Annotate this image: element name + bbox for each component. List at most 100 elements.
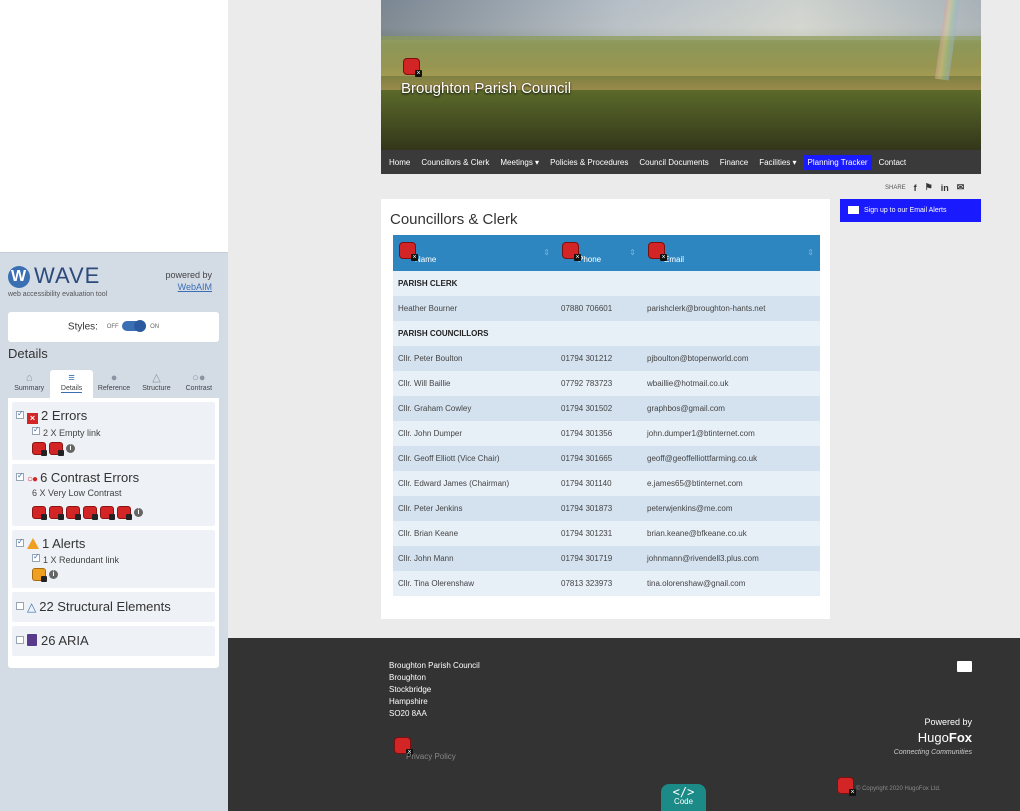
cell-email[interactable]: e.james65@btinternet.com — [642, 471, 820, 496]
tagline: Connecting Communities — [893, 749, 972, 756]
redundant-link-icon[interactable] — [32, 568, 47, 582]
cell-phone: 07880 706601 — [561, 304, 613, 313]
contrast-error-icon[interactable] — [49, 506, 64, 520]
cell-phone: 07813 323973 — [561, 579, 613, 588]
wave-tabs: ⌂ Summary ≡ Details ● Reference △ Structure … — [8, 370, 220, 398]
info-icon[interactable]: i — [66, 444, 75, 453]
nav-item-finance[interactable]: Finance — [720, 158, 748, 167]
cell-email[interactable]: brian.keane@bfkeane.co.uk — [642, 521, 820, 546]
cell-name: Cllr. Peter Jenkins — [398, 504, 463, 513]
cell-email[interactable]: johnmann@rivendell3.plus.com — [642, 546, 820, 571]
cell-email[interactable]: john.dumper1@btinternet.com — [642, 421, 820, 446]
col-phone-header[interactable]: Phone⇕ — [556, 235, 642, 271]
contrast-error-icon[interactable] — [117, 506, 132, 520]
footer-address: Broughton Parish Council Broughton Stock… — [389, 661, 480, 718]
contrast-error-icon[interactable] — [66, 506, 81, 520]
cell-email[interactable]: pjboulton@btopenworld.com — [642, 346, 820, 371]
cell-phone: 01794 301873 — [561, 504, 613, 513]
cell-name: Cllr. Edward James (Chairman) — [398, 479, 510, 488]
wave-logo-icon: W — [8, 266, 30, 288]
wave-error-icon[interactable] — [403, 58, 422, 77]
contrast-checkbox[interactable] — [16, 471, 24, 481]
site-title[interactable]: Broughton Parish Council — [401, 80, 571, 97]
wave-contrast-icon[interactable] — [837, 777, 856, 796]
contrast-error-icon[interactable] — [32, 506, 47, 520]
table-row: Cllr. Will Baillie 07792 783723 wbaillie@h… — [393, 371, 820, 396]
cell-email[interactable]: tina.olorenshaw@gnail.com — [642, 571, 820, 596]
site-page: Broughton Parish Council Home Councillor… — [228, 0, 1020, 811]
col-name-header[interactable]: Name⇕ — [393, 235, 556, 271]
nav-item-policies[interactable]: Policies & Procedures — [550, 158, 628, 167]
table-section-row: PARISH COUNCILLORS — [393, 321, 820, 346]
section-label: PARISH COUNCILLORS — [398, 329, 489, 338]
councillors-panel: Councillors & Clerk Name⇕ Phone⇕ Email⇕ … — [381, 199, 830, 619]
facebook-icon[interactable]: f — [914, 183, 917, 193]
sort-icon[interactable]: ⇕ — [629, 248, 636, 257]
wave-contrast-icon[interactable] — [562, 242, 581, 261]
redundant-link-checkbox[interactable] — [32, 552, 40, 562]
webaim-link[interactable]: WebAIM — [178, 282, 212, 292]
home-icon: ⌂ — [25, 372, 33, 384]
info-icon[interactable]: i — [49, 570, 58, 579]
cell-email[interactable]: wbaillie@hotmail.co.uk — [642, 371, 820, 396]
tab-contrast[interactable]: ○● Contrast — [178, 370, 220, 398]
alerts-checkbox[interactable] — [16, 537, 24, 547]
aria-icon — [27, 634, 37, 646]
sky — [381, 0, 981, 40]
nav-item-planning-tracker[interactable]: Planning Tracker — [803, 154, 872, 170]
structural-heading: △ 22 Structural Elements — [16, 599, 171, 614]
nav-item-documents[interactable]: Council Documents — [639, 158, 708, 167]
aria-checkbox[interactable] — [16, 636, 24, 644]
contrast-icon: ○● — [192, 372, 206, 384]
wave-contrast-icon[interactable] — [648, 242, 667, 261]
tab-details[interactable]: ≡ Details — [50, 370, 93, 398]
structure-icon: △ — [152, 372, 161, 384]
col-email-header[interactable]: Email⇕ — [642, 235, 820, 271]
email-share-icon[interactable]: ✉ — [957, 182, 965, 193]
errors-heading: ×2 Errors — [16, 408, 87, 424]
errors-checkbox[interactable] — [16, 409, 24, 419]
info-icon[interactable]: i — [134, 508, 143, 517]
twitter-icon[interactable]: ⚑ — [925, 182, 933, 193]
sort-icon[interactable]: ⇕ — [807, 248, 814, 257]
tab-structure[interactable]: △ Structure — [135, 370, 177, 398]
nav-item-councillors[interactable]: Councillors & Clerk — [421, 158, 489, 167]
linkedin-icon[interactable]: in — [941, 183, 949, 193]
hugofox-logo[interactable]: HugoFox — [878, 730, 972, 745]
cell-email[interactable]: geoff@geoffelliottfarming.co.uk — [642, 446, 820, 471]
contrast-error-icon[interactable] — [83, 506, 98, 520]
empty-link-icon[interactable] — [49, 442, 64, 456]
powered-by: Powered by HugoFox Connecting Communitie… — [878, 715, 972, 760]
main-nav: Home Councillors & Clerk Meetings ▾ Poli… — [381, 150, 981, 174]
wave-logo[interactable]: W WAVE — [8, 263, 100, 289]
table-row: Cllr. Geoff Elliott (Vice Chair) 01794 30… — [393, 446, 820, 471]
cell-email[interactable]: parishclerk@broughton-hants.net — [642, 296, 820, 321]
empty-link-icon[interactable] — [32, 442, 47, 456]
wave-contrast-icon[interactable] — [399, 242, 418, 261]
info-icon: ● — [110, 372, 118, 384]
nav-item-facilities[interactable]: Facilities ▾ — [759, 158, 796, 167]
cell-name: Cllr. Brian Keane — [398, 529, 459, 538]
contrast-error-icon[interactable] — [100, 506, 115, 520]
toggle-icon[interactable] — [122, 320, 147, 333]
nav-item-home[interactable]: Home — [389, 158, 410, 167]
tab-reference[interactable]: ● Reference — [93, 370, 135, 398]
sort-icon[interactable]: ⇕ — [543, 248, 550, 257]
cell-email[interactable]: graphbos@gmail.com — [642, 396, 820, 421]
styles-switch[interactable]: OFF ON — [107, 312, 159, 342]
cell-email[interactable]: peterwjenkins@me.com — [642, 496, 820, 521]
tab-summary[interactable]: ⌂ Summary — [8, 370, 50, 398]
footer-email-icon[interactable] — [957, 661, 972, 672]
table-row: Cllr. John Mann 01794 301719 johnmann@rive… — [393, 546, 820, 571]
privacy-policy-link[interactable]: Privacy Policy — [406, 752, 456, 761]
share-label: SHARE — [885, 184, 906, 191]
cell-phone: 01794 301231 — [561, 529, 613, 538]
contrast-subitem: 6 X Very Low Contrast — [32, 488, 122, 498]
email-alerts-button[interactable]: Sign up to our Email Alerts — [840, 199, 981, 222]
empty-link-checkbox[interactable] — [32, 425, 40, 435]
alerts-icons: i — [32, 568, 58, 582]
code-button[interactable]: </> Code — [661, 784, 706, 811]
structural-checkbox[interactable] — [16, 602, 24, 610]
nav-item-contact[interactable]: Contact — [879, 158, 907, 167]
nav-item-meetings[interactable]: Meetings ▾ — [500, 158, 539, 167]
